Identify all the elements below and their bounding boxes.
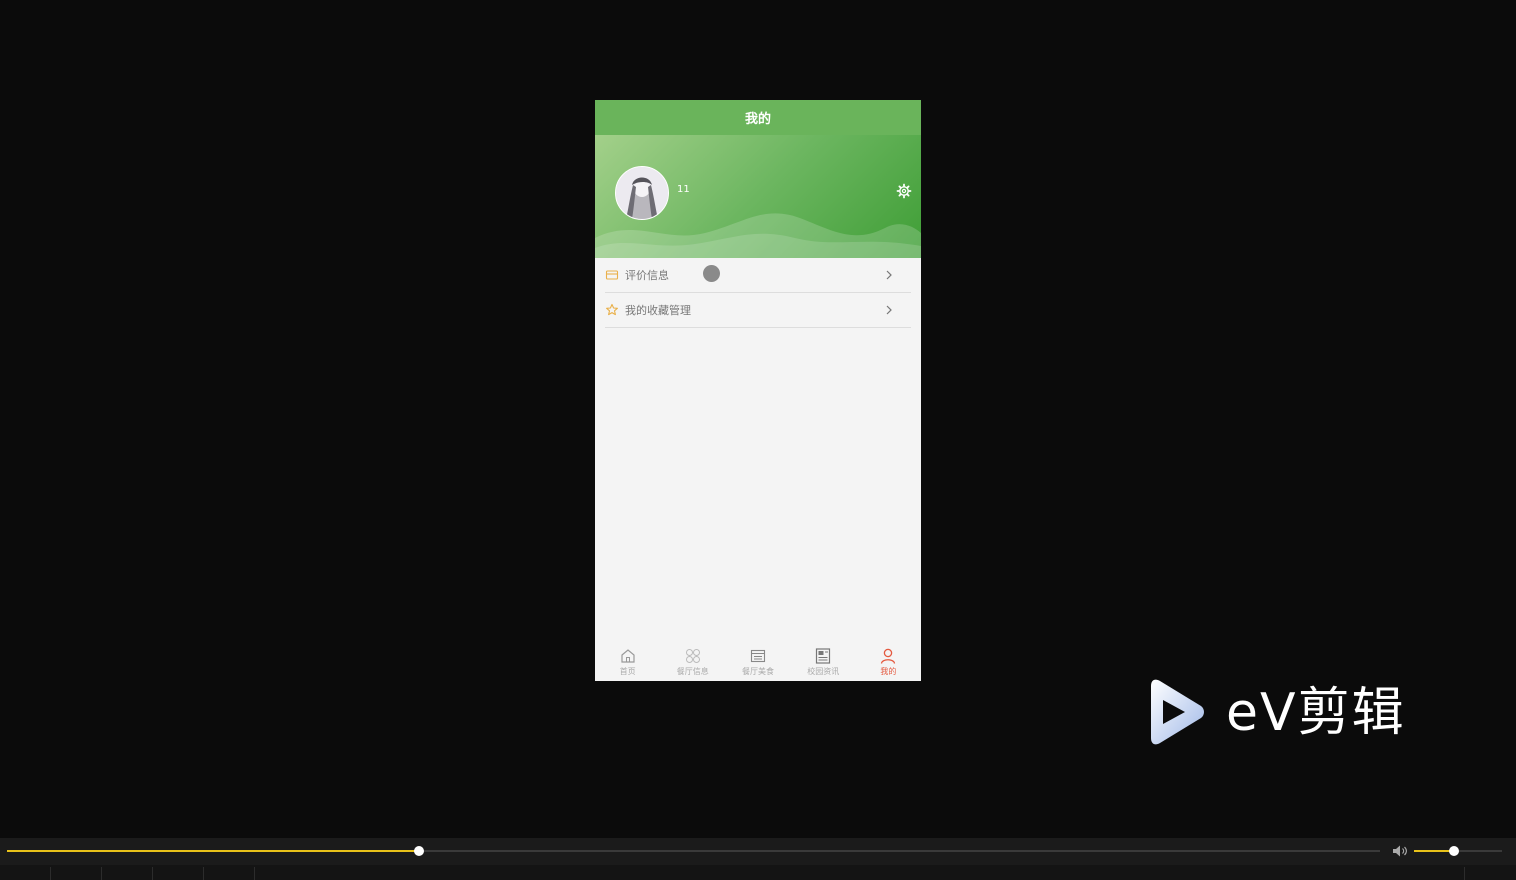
grid-icon <box>685 649 700 663</box>
strip-divider <box>152 867 153 880</box>
user-icon <box>881 648 896 664</box>
volume-slider[interactable] <box>1414 846 1502 856</box>
username: 11 <box>677 184 690 195</box>
volume-fill <box>1414 850 1454 852</box>
tab-label: 我的 <box>880 667 897 676</box>
settings-gear-icon[interactable] <box>896 183 912 199</box>
tab-restaurant-food[interactable]: 餐厅美食 <box>725 643 790 681</box>
bottom-strip <box>0 865 1516 880</box>
tab-label: 餐厅美食 <box>742 667 774 676</box>
page-title: 我的 <box>744 112 771 127</box>
profile-header: 11 <box>595 135 921 258</box>
star-icon <box>606 303 618 316</box>
menu-item-reviews[interactable]: 评价信息 <box>605 258 911 293</box>
player-controls <box>0 838 1516 865</box>
volume-thumb[interactable] <box>1448 846 1459 856</box>
strip-divider <box>50 867 51 880</box>
menu-item-label: 我的收藏管理 <box>625 304 691 317</box>
tab-restaurant-info[interactable]: 餐厅信息 <box>660 643 725 681</box>
strip-divider <box>254 867 255 880</box>
tab-label: 餐厅信息 <box>676 667 709 676</box>
progress-fill <box>7 850 419 852</box>
tab-campus-news[interactable]: 校园资讯 <box>791 643 856 681</box>
chevron-right-icon <box>886 270 892 280</box>
progress-bar[interactable] <box>7 846 1380 856</box>
calendar-icon <box>750 649 766 663</box>
progress-thumb[interactable] <box>413 846 424 856</box>
tab-bar: 首页 餐厅信息 餐厅美食 校园资讯 我的 <box>595 643 921 681</box>
nav-bar: 我的 <box>595 100 921 135</box>
touch-cursor-indicator <box>703 265 720 282</box>
tab-home[interactable]: 首页 <box>595 643 660 681</box>
tab-mine[interactable]: 我的 <box>856 643 921 681</box>
strip-divider <box>101 867 102 880</box>
strip-divider <box>203 867 204 880</box>
tab-label: 首页 <box>619 667 636 676</box>
watermark-text: eV剪辑 <box>1226 683 1406 743</box>
home-icon <box>620 649 635 663</box>
tab-label: 校园资讯 <box>807 667 840 676</box>
strip-divider <box>1464 867 1465 880</box>
news-icon <box>816 648 831 664</box>
card-icon <box>605 270 619 280</box>
chevron-right-icon <box>886 305 892 315</box>
menu-item-favorites[interactable]: 我的收藏管理 <box>605 293 911 328</box>
phone-screen: 我的 11 评价信息 我的收藏管理 首页 餐厅信息 餐厅美食 校园资讯 我的 <box>595 100 921 681</box>
volume-icon[interactable] <box>1392 844 1408 858</box>
menu-item-label: 评价信息 <box>625 269 669 282</box>
avatar[interactable] <box>615 166 669 220</box>
